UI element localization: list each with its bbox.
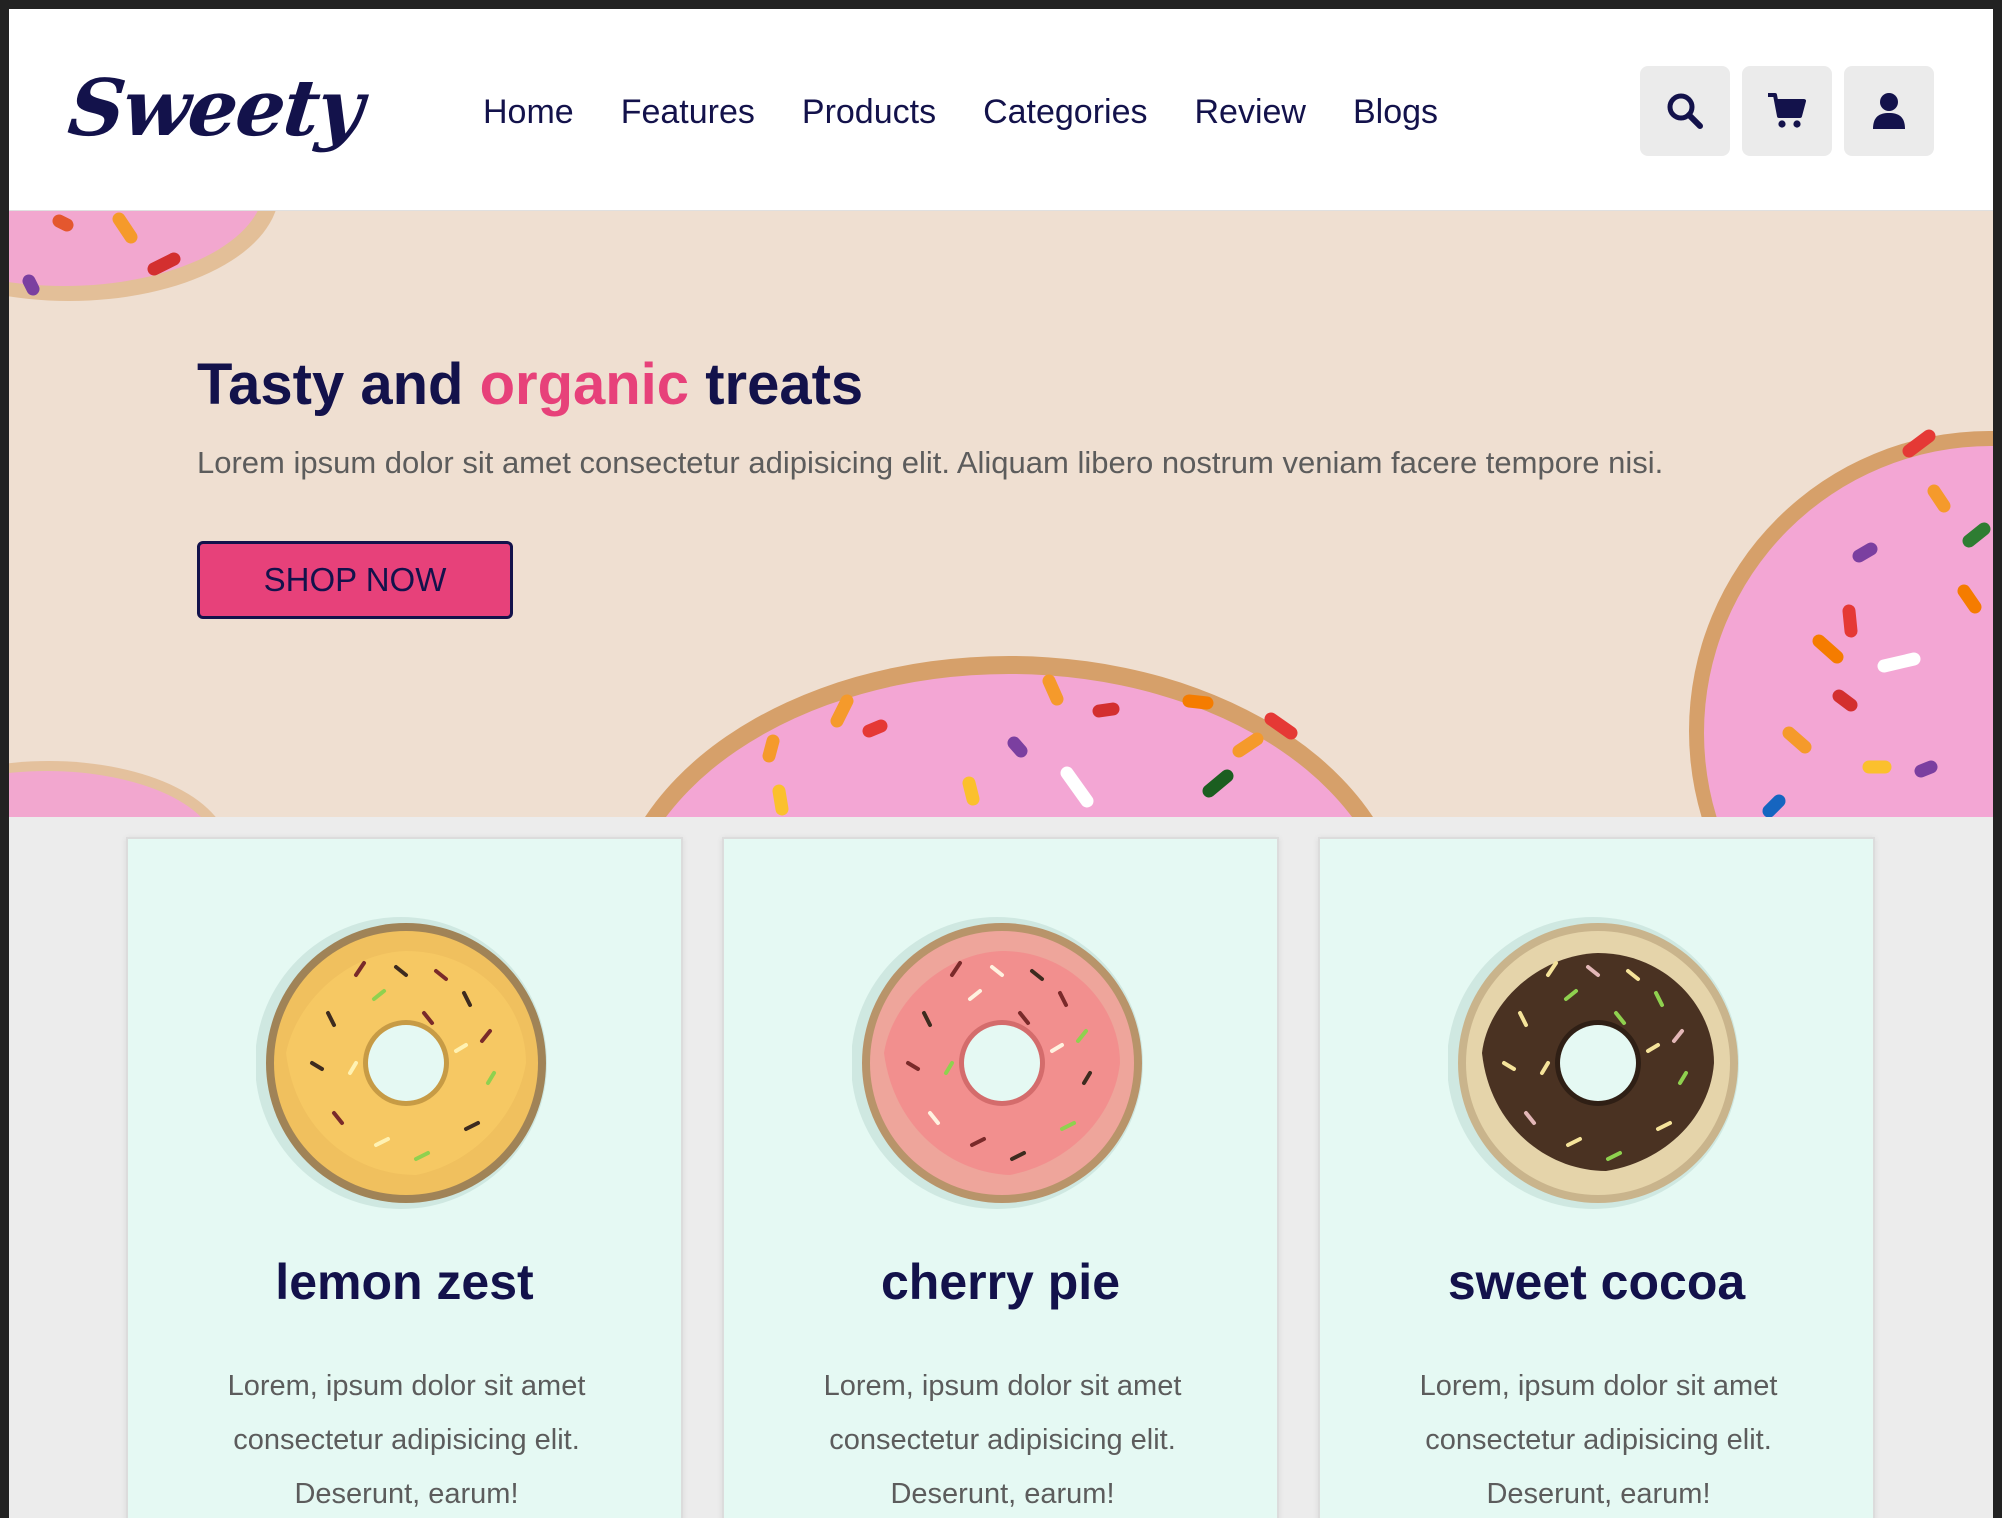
nav-blogs[interactable]: Blogs [1353,95,1438,129]
product-description: Lorem, ipsum dolor sit amet consectetur … [227,1370,586,1510]
donut-image [1448,917,1739,1209]
hero-title-accent: organic [479,352,690,417]
product-name: sweet cocoa [1447,1254,1746,1310]
product-card[interactable]: cherry pie Lorem, ipsum dolor sit amet c… [722,837,1279,1518]
nav-categories[interactable]: Categories [983,95,1147,129]
search-icon [1667,93,1703,129]
nav-features[interactable]: Features [621,95,755,129]
hero-description: Lorem ipsum dolor sit amet consectetur a… [197,445,1664,480]
hero-banner: Tasty and organic treats Lorem ipsum dol… [9,211,1993,817]
donut-image [852,917,1143,1209]
hero-donut-illustration [9,211,1993,817]
site-header: Sweety Home Features Products Categories… [9,9,1993,211]
logo[interactable]: Sweety [64,63,366,154]
nav-review[interactable]: Review [1195,95,1306,129]
product-cards: lemon zest Lorem, ipsum dolor sit amet c… [9,837,1993,1518]
hero-title-suffix: treats [705,352,864,417]
product-description: Lorem, ipsum dolor sit amet consectetur … [823,1370,1182,1510]
shop-now-button[interactable]: SHOP NOW [197,541,513,619]
product-name: lemon zest [275,1254,534,1310]
search-button[interactable] [1640,66,1730,156]
product-name: cherry pie [880,1254,1120,1310]
nav-products[interactable]: Products [802,95,936,129]
header-actions [1640,66,1934,156]
user-icon [1873,93,1905,129]
product-description: Lorem, ipsum dolor sit amet consectetur … [1419,1370,1778,1510]
nav-home[interactable]: Home [483,95,574,129]
cart-icon [1768,93,1806,128]
account-button[interactable] [1844,66,1934,156]
page: Sweety Home Features Products Categories… [9,9,1993,1518]
product-card[interactable]: sweet cocoa Lorem, ipsum dolor sit amet … [1318,837,1875,1518]
hero-title-prefix: Tasty and [197,352,464,417]
donut-image [256,917,547,1209]
cart-button[interactable] [1742,66,1832,156]
product-card[interactable]: lemon zest Lorem, ipsum dolor sit amet c… [126,837,683,1518]
main-nav: Home Features Products Categories Review… [483,95,1438,129]
hero-title: Tasty and organic treats [197,351,863,418]
